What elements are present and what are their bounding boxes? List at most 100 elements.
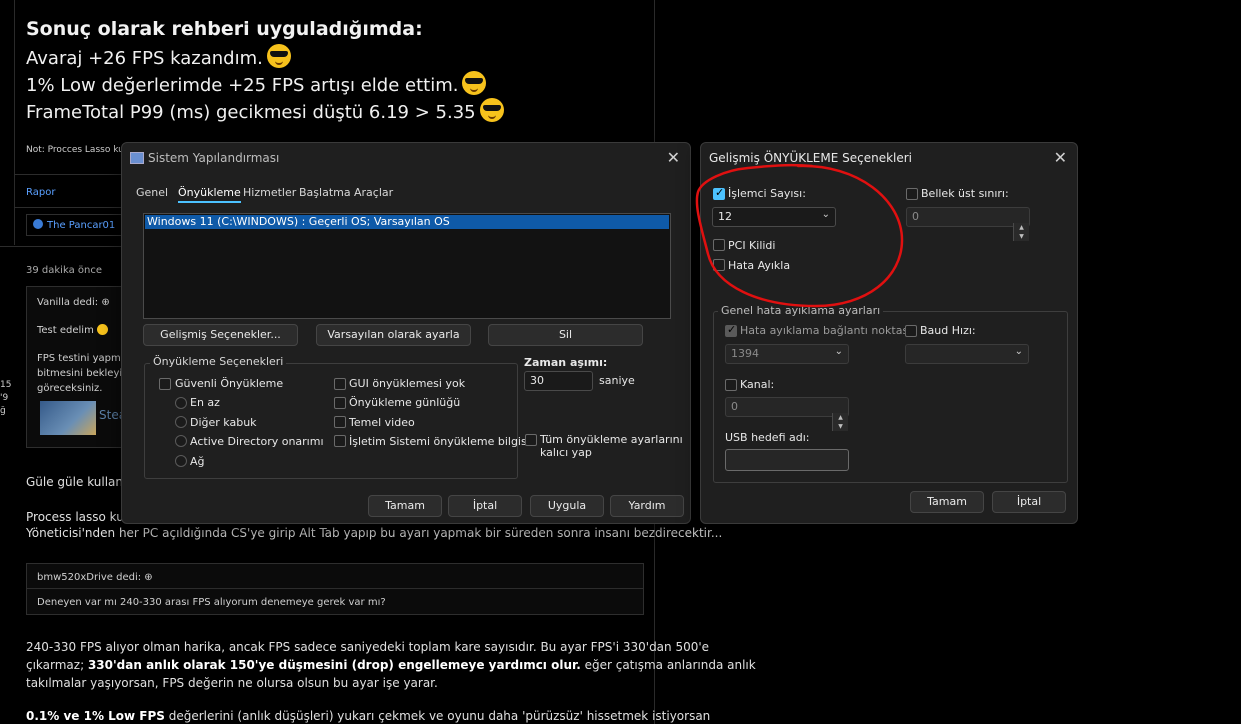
max-memory-checkbox[interactable]	[906, 188, 918, 200]
quote-body-1: FPS testini yapmak	[37, 353, 133, 364]
debug-checkbox[interactable]	[713, 259, 725, 271]
baud-rate-select[interactable]: ⌄	[905, 344, 1029, 364]
radio-network-label: Ağ	[190, 455, 205, 468]
base-video-checkbox[interactable]	[334, 416, 346, 428]
debug-port-select[interactable]: 1394 ⌄	[725, 344, 849, 364]
max-memory-input[interactable]: 0 ▲ ▼	[906, 207, 1030, 241]
reply-text-3: Yöneticisi'nden her PC açıldığında CS'ye…	[26, 526, 723, 540]
cancel-button[interactable]: İptal	[992, 491, 1066, 513]
advanced-options-button[interactable]: Gelişmiş Seçenekler...	[143, 324, 298, 346]
debug-port-checkbox[interactable]	[725, 323, 737, 337]
usb-target-label: USB hedefi adı:	[725, 431, 810, 444]
channel-label: Kanal:	[740, 378, 775, 391]
steam-thumbnail[interactable]	[40, 401, 96, 435]
make-permanent-label-1: Tüm önyükleme ayarlarını	[540, 433, 683, 446]
cpu-count-label: İşlemci Sayısı:	[728, 187, 806, 200]
spin-buttons[interactable]: ▲ ▼	[832, 413, 848, 431]
safe-boot-checkbox[interactable]	[159, 378, 171, 390]
channel-checkbox[interactable]	[725, 379, 737, 391]
apply-button[interactable]: Uygula	[530, 495, 604, 517]
os-list-item[interactable]: Windows 11 (C:\WINDOWS) : Geçerli OS; Va…	[145, 215, 669, 229]
radio-ad-repair[interactable]	[175, 435, 187, 447]
os-list[interactable]: Windows 11 (C:\WINDOWS) : Geçerli OS; Va…	[143, 213, 671, 319]
boot-log-label: Önyükleme günlüğü	[349, 396, 461, 409]
help-button[interactable]: Yardım	[610, 495, 684, 517]
post-line-2: 1% Low değerlerimde +25 FPS artışı elde …	[26, 71, 487, 96]
quote-text-2: Deneyen var mı 240-330 arası FPS alıyoru…	[37, 597, 386, 608]
pci-lock-checkbox[interactable]	[713, 239, 725, 251]
baud-rate-label: Baud Hızı:	[920, 324, 976, 337]
para-line-1: 240-330 FPS alıyor olman harika, ancak F…	[26, 640, 710, 654]
msconfig-icon	[130, 152, 144, 164]
quote-author-2[interactable]: bmw520xDrive dedi: ⊕	[37, 572, 153, 583]
chevron-down-icon: ⌄	[834, 346, 843, 357]
spin-up-icon[interactable]: ▲	[1014, 223, 1029, 232]
ok-button[interactable]: Tamam	[910, 491, 984, 513]
max-memory-label: Bellek üst sınırı:	[921, 187, 1009, 200]
cpu-count-select[interactable]: 12 ⌄	[712, 207, 836, 227]
spin-up-icon[interactable]: ▲	[833, 413, 848, 422]
emoji-icon	[97, 324, 109, 335]
tab-startup[interactable]: Başlatma	[299, 186, 351, 199]
quote-author[interactable]: Vanilla dedi: ⊕	[37, 297, 110, 308]
reaction-bar[interactable]: The Pancar01	[26, 214, 124, 236]
radio-minimal-label: En az	[190, 396, 220, 409]
make-permanent-checkbox[interactable]	[525, 434, 537, 446]
channel-input[interactable]: 0 ▲ ▼	[725, 397, 849, 431]
no-gui-boot-checkbox[interactable]	[334, 378, 346, 390]
os-boot-info-label: İşletim Sistemi önyükleme bilgisi	[349, 435, 530, 448]
debug-port-label: Hata ayıklama bağlantı noktası:	[740, 324, 915, 337]
divider	[0, 246, 124, 247]
advanced-boot-options-window: Gelişmiş ÖNYÜKLEME Seçenekleri ✕ İşlemci…	[700, 142, 1078, 524]
divider	[14, 174, 124, 175]
post-note: Not: Procces Lasso kull	[26, 145, 129, 155]
tab-boot[interactable]: Önyükleme	[178, 186, 241, 203]
cancel-button[interactable]: İptal	[448, 495, 522, 517]
arrow-up-icon: ⊕	[101, 297, 110, 308]
side-text: ğ	[0, 406, 6, 416]
os-boot-info-checkbox[interactable]	[334, 435, 346, 447]
delete-button[interactable]: Sil	[488, 324, 643, 346]
tab-services[interactable]: Hizmetler	[243, 186, 296, 199]
usb-target-input[interactable]	[725, 449, 849, 471]
make-permanent-label-2: kalıcı yap	[540, 446, 592, 459]
system-configuration-window: Sistem Yapılandırması ✕ Genel Önyükleme …	[121, 142, 691, 524]
safe-boot-label: Güvenli Önyükleme	[175, 377, 284, 390]
close-button[interactable]: ✕	[667, 148, 680, 167]
set-default-button[interactable]: Varsayılan olarak ayarla	[316, 324, 471, 346]
tab-tools[interactable]: Araçlar	[354, 186, 393, 199]
para-line-3: takılmalar yaşıyorsan, FPS değerin ne ol…	[26, 676, 438, 690]
boot-log-checkbox[interactable]	[334, 397, 346, 409]
sunglasses-emoji-icon	[462, 71, 487, 95]
post-line-1: Avaraj +26 FPS kazandım.	[26, 44, 291, 69]
radio-alternate-shell[interactable]	[175, 416, 187, 428]
ok-button[interactable]: Tamam	[368, 495, 442, 517]
post-line-3: FrameTotal P99 (ms) gecikmesi düştü 6.19…	[26, 98, 504, 123]
window-title: Sistem Yapılandırması	[130, 151, 279, 165]
radio-alternate-shell-label: Diğer kabuk	[190, 416, 257, 429]
report-link[interactable]: Rapor	[26, 187, 55, 198]
spin-buttons[interactable]: ▲ ▼	[1013, 223, 1029, 241]
timeout-input[interactable]: 30	[524, 371, 593, 391]
debug-label: Hata Ayıkla	[728, 259, 791, 272]
base-video-label: Temel video	[349, 416, 415, 429]
quote-body-3: göreceksiniz.	[37, 383, 103, 394]
arrow-up-icon: ⊕	[144, 572, 153, 583]
pci-lock-label: PCI Kilidi	[728, 239, 776, 252]
timeout-label: Zaman aşımı:	[524, 356, 608, 369]
baud-rate-checkbox[interactable]	[905, 325, 917, 337]
radio-minimal[interactable]	[175, 397, 187, 409]
reply-text-1: Güle güle kullanın	[26, 475, 134, 489]
global-debug-title: Genel hata ayıklama ayarları	[718, 304, 884, 317]
divider	[27, 588, 643, 589]
side-text: '9	[0, 393, 9, 403]
spin-down-icon[interactable]: ▼	[833, 422, 848, 431]
radio-network[interactable]	[175, 455, 187, 467]
post-timestamp: 39 dakika önce	[26, 265, 102, 276]
spin-down-icon[interactable]: ▼	[1014, 232, 1029, 241]
boot-options-title: Önyükleme Seçenekleri	[150, 355, 287, 368]
quote-text: Test edelim	[37, 324, 109, 336]
tab-general[interactable]: Genel	[136, 186, 168, 199]
cpu-count-checkbox[interactable]	[713, 186, 725, 200]
close-button[interactable]: ✕	[1054, 148, 1067, 167]
